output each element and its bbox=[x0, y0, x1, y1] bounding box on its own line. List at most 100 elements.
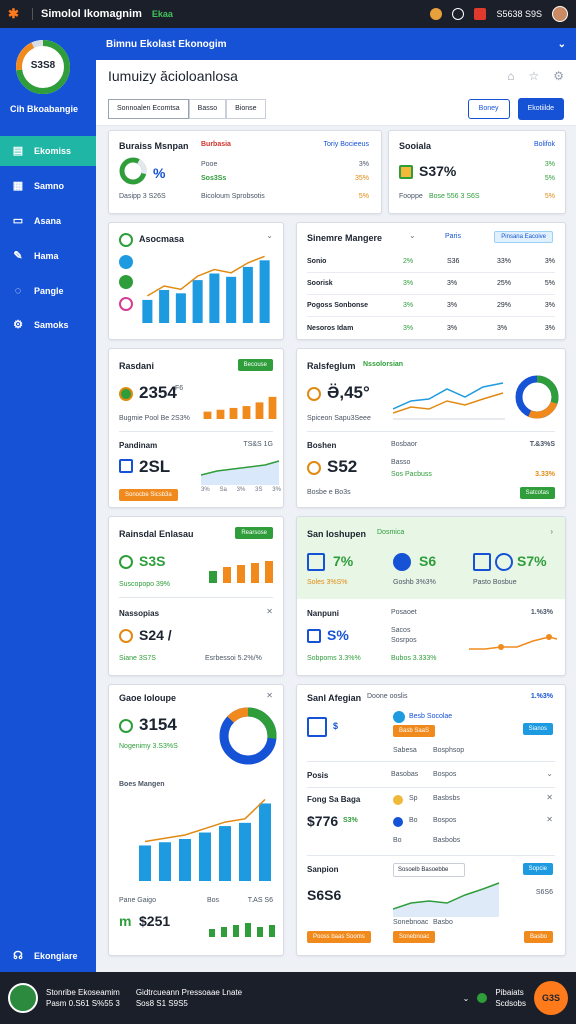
action-pill[interactable]: Sonebnoac bbox=[393, 931, 436, 943]
row-label: Pooe bbox=[201, 161, 218, 168]
divider bbox=[307, 431, 555, 432]
chevron-down-icon[interactable]: ⌄ bbox=[558, 39, 566, 50]
gear-icon[interactable]: ⚙ bbox=[553, 69, 564, 83]
sidebar-item-ekomiss[interactable]: ▤ Ekomiss bbox=[0, 136, 96, 166]
home-icon[interactable]: ⌂ bbox=[507, 69, 514, 83]
tab-overview[interactable]: Sonnoalen Ecomtsa bbox=[108, 98, 189, 119]
help-icon: ☊ bbox=[13, 950, 23, 962]
chevron-down-icon[interactable]: ⌄ bbox=[409, 231, 416, 240]
tab-bionse[interactable]: Bionse bbox=[226, 98, 266, 119]
user-icon[interactable] bbox=[430, 8, 443, 20]
bar bbox=[179, 839, 191, 881]
bar bbox=[216, 409, 225, 419]
main-content: Bimnu Ekolast Ekonogim ⌄ Iumuizy ăcioloa… bbox=[96, 28, 576, 972]
card-link[interactable]: Toriy Bocieeus bbox=[323, 141, 369, 148]
close-icon[interactable]: ✕ bbox=[266, 691, 273, 700]
afegian-card: SanI Afegian Doone ooslis 1.%3% $ Besb S… bbox=[296, 684, 566, 956]
bar bbox=[209, 273, 220, 323]
rainsdal-card: Rainsdal Enlasau Rearsose S3S Suscopopo … bbox=[108, 516, 284, 676]
action-pill[interactable]: Pooss baas Sooms bbox=[307, 931, 371, 943]
action-pill[interactable]: Sianos bbox=[522, 723, 553, 735]
action-pill[interactable]: Satcotas bbox=[519, 487, 555, 499]
sidebar-item-label: Asana bbox=[34, 216, 62, 226]
cell-name: Soorisk bbox=[307, 280, 333, 287]
cell-value: 3% bbox=[447, 324, 458, 332]
table-row[interactable]: Sonio 2% S36 33% 3% bbox=[307, 251, 555, 273]
card-footer: Sobpoms 3.3%% bbox=[307, 655, 361, 662]
avatar[interactable] bbox=[552, 6, 568, 22]
card-title: SanI Afegian bbox=[307, 693, 362, 703]
row-value: 5% bbox=[544, 193, 555, 200]
card-value: $776 bbox=[307, 813, 339, 829]
table-row[interactable]: Pogoss Sonbonse 3% 3% 29% 3% bbox=[307, 295, 555, 317]
search-input[interactable]: Sosoelb Basoebbe bbox=[393, 863, 465, 877]
card-value: S24 / bbox=[139, 627, 172, 643]
row-value: 35% bbox=[354, 175, 369, 182]
cell-value: 3% bbox=[544, 302, 555, 309]
chevron-right-icon[interactable]: › bbox=[550, 527, 553, 536]
card-link[interactable]: Bolifok bbox=[534, 141, 555, 148]
gaoe-card: Gaoe Ioloupe ✕ 3154 Nogenimy 3.S3%S Boes… bbox=[108, 684, 284, 956]
avatar[interactable] bbox=[8, 983, 38, 1013]
table-row[interactable]: Soorisk 3% 3% 25% 5% bbox=[307, 273, 555, 295]
sidebar-item-pangle[interactable]: ◌ Pangle bbox=[0, 276, 96, 306]
coin-icon bbox=[119, 555, 133, 569]
chevron-down-icon[interactable]: ⌄ bbox=[266, 231, 273, 240]
card-footer: Bose 556 3 S6S bbox=[429, 193, 480, 200]
area-chart-green-b bbox=[393, 882, 500, 917]
card-value: 3154 bbox=[139, 715, 177, 734]
clock-icon[interactable] bbox=[452, 8, 465, 20]
star-icon[interactable]: ☆ bbox=[528, 69, 539, 83]
asocmasa-card: Asocmasa ⌄ bbox=[108, 222, 284, 340]
close-icon[interactable]: ✕ bbox=[546, 793, 553, 802]
primary-button[interactable]: Ekotiilde bbox=[517, 97, 564, 120]
card-title: Gaoe Ioloupe bbox=[119, 693, 177, 703]
sidebar-item-samno[interactable]: ▦ Samno bbox=[0, 171, 96, 201]
card-footer: Siane 3S7S bbox=[119, 655, 156, 662]
table-row[interactable]: Nesoros Idam 3% 3% 3% 3% bbox=[307, 317, 555, 339]
status-pill[interactable]: Rearsose bbox=[235, 527, 273, 539]
sidebar-footer-item[interactable]: ☊ Ekongiare bbox=[12, 950, 77, 962]
action-pill[interactable]: Sopcie bbox=[522, 863, 553, 875]
chevron-down-icon[interactable]: ⌄ bbox=[546, 769, 553, 778]
rasdani-card: Rasdani Becouse 2354 F6 Bugmie Pool Be 2… bbox=[108, 348, 284, 508]
filter-pill[interactable]: Pinsana Eacoive bbox=[494, 231, 553, 243]
status-pill[interactable]: Becouse bbox=[237, 359, 273, 371]
coin-icon bbox=[119, 719, 133, 733]
sidebar-item-hama[interactable]: ✎ Hama bbox=[0, 241, 96, 271]
card-tag: Burbasia bbox=[201, 141, 231, 148]
action-pill[interactable]: Sonocbe Sicsb3a bbox=[119, 489, 178, 501]
globe-icon bbox=[393, 553, 411, 571]
row-label: Sosrpos bbox=[391, 637, 417, 644]
list-text: Bo bbox=[393, 837, 402, 844]
close-icon[interactable]: ✕ bbox=[266, 607, 273, 616]
row-label: Sos Pacbuss bbox=[391, 471, 432, 478]
sidebar-item-samoks[interactable]: ⚙ Samoks bbox=[0, 310, 96, 340]
summary-card-2: Sooiala Bolifok S37% 3% 5% 5% Fooppe Bos… bbox=[388, 130, 566, 214]
line-chart-orange bbox=[469, 634, 558, 650]
tag-pill[interactable]: Basb SaaS bbox=[393, 725, 436, 737]
title-row: Iumuizy ăcioloanlosa ⌂ ☆ ⚙ bbox=[96, 60, 576, 92]
notification-icon[interactable] bbox=[474, 8, 487, 20]
kpi-value: S7% bbox=[517, 553, 547, 569]
card-title: San Ioshupen bbox=[307, 529, 367, 539]
card-title: Rainsdal Enlasau bbox=[119, 529, 194, 539]
bar bbox=[175, 293, 186, 323]
app-logo-icon[interactable]: ✱ bbox=[8, 7, 22, 21]
sidebar-item-asana[interactable]: ▭ Asana bbox=[0, 206, 96, 236]
secondary-button[interactable]: Boney bbox=[467, 98, 510, 119]
table-card: Sinemre Mangere ⌄ Paris Pinsana Eacoive … bbox=[296, 222, 566, 340]
chevron-down-icon[interactable]: ⌄ bbox=[463, 994, 470, 1003]
floating-action-button[interactable]: G3S bbox=[534, 981, 568, 1015]
action-pill[interactable]: Basbo bbox=[523, 931, 553, 943]
close-icon[interactable]: ✕ bbox=[546, 815, 553, 824]
bar bbox=[242, 406, 251, 419]
tab-basso[interactable]: Basso bbox=[188, 98, 227, 119]
card-title: Sanpion bbox=[307, 865, 339, 874]
bar bbox=[259, 260, 270, 323]
card-subtitle: Bosbaor bbox=[391, 441, 418, 448]
bar bbox=[229, 407, 238, 419]
bar bbox=[255, 402, 264, 419]
card-value: S52 bbox=[327, 457, 358, 476]
list-text: Besb Socolae bbox=[409, 713, 453, 720]
